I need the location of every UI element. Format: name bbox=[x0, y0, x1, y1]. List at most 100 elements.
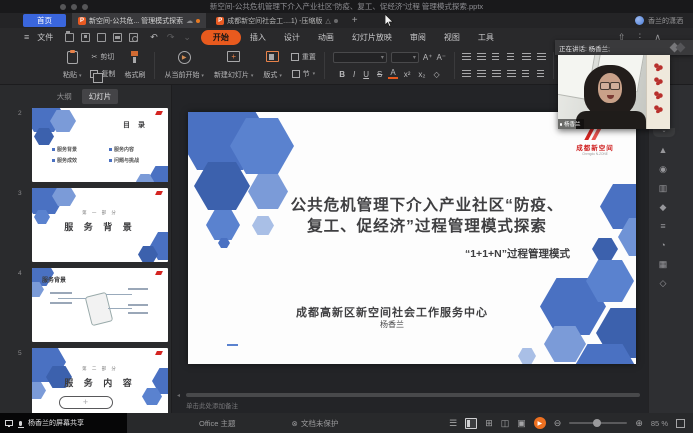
tab-tools[interactable]: 工具 bbox=[469, 30, 503, 45]
horizontal-scrollbar[interactable] bbox=[186, 393, 640, 397]
slide-canvas[interactable]: 成都新空间 Chengdu N-ZONE 公共危机管理下介入产业社区“防疫、 复… bbox=[172, 85, 648, 413]
slide-author[interactable]: 杨香兰 bbox=[188, 319, 596, 330]
justify-icon[interactable] bbox=[507, 70, 516, 78]
bullets-icon[interactable] bbox=[462, 53, 471, 61]
align-center-icon[interactable] bbox=[477, 70, 486, 78]
protection-status[interactable]: ⊗ 文档未保护 bbox=[292, 418, 339, 429]
play-slideshow-button[interactable]: ▶ bbox=[534, 417, 546, 429]
panel-icon-2[interactable]: ◉ bbox=[659, 164, 667, 174]
copy-button[interactable]: 复制 bbox=[86, 68, 119, 80]
indent-decrease-icon[interactable] bbox=[492, 53, 501, 61]
slide-title[interactable]: 公共危机管理下介入产业社区“防疫、 复工、促经济”过程管理模式探索 bbox=[248, 195, 606, 237]
open-icon[interactable] bbox=[65, 33, 74, 42]
align-left-icon[interactable] bbox=[462, 70, 471, 78]
superscript-button[interactable]: x² bbox=[402, 70, 413, 79]
panel-icon-1[interactable]: ▲ bbox=[659, 145, 668, 155]
zoom-slider[interactable] bbox=[569, 422, 627, 424]
subscript-button[interactable]: x₂ bbox=[416, 70, 427, 79]
participant-video[interactable]: 杨香兰 bbox=[558, 55, 670, 129]
panel-icon-3[interactable]: ▥ bbox=[659, 183, 668, 193]
increase-font-button[interactable]: A⁺ bbox=[423, 53, 433, 62]
strikethrough-button[interactable]: S bbox=[375, 70, 384, 79]
document-tab-current[interactable]: P 新空间-公共危... 管理模式探索 ☁ bbox=[72, 13, 206, 28]
export-icon[interactable] bbox=[97, 33, 106, 42]
reset-button[interactable]: 重置 bbox=[287, 51, 320, 63]
home-button[interactable]: 首页 bbox=[23, 14, 66, 27]
preview-icon[interactable] bbox=[129, 33, 138, 42]
layout-button[interactable]: 版式 ▾ bbox=[258, 49, 286, 82]
normal-view-icon[interactable] bbox=[465, 418, 477, 429]
tab-review[interactable]: 审阅 bbox=[401, 30, 435, 45]
window-title: 新空间-公共危机管理下介入产业社区“防疫、复工、促经济”过程 管理模式探索.pp… bbox=[0, 1, 693, 12]
panel-icon-4[interactable]: ◆ bbox=[660, 202, 667, 212]
theme-label[interactable]: Office 主题 bbox=[199, 418, 236, 429]
text-direction-icon[interactable] bbox=[537, 53, 546, 61]
status-bar: 杨香兰的屏幕共享 Office 主题 ⊗ 文档未保护 ☰ ⊞ ◫ ▣ ▶ ⊖ ⊕… bbox=[0, 413, 693, 433]
font-size-select[interactable] bbox=[391, 52, 419, 63]
section-button[interactable]: 节 ▾ bbox=[288, 68, 320, 80]
slide-thumbnail-4[interactable]: 服务背景 bbox=[32, 268, 168, 342]
zoom-slider-handle[interactable] bbox=[593, 419, 601, 427]
print-icon[interactable] bbox=[113, 33, 122, 42]
history-dropdown-icon[interactable]: ⌄ bbox=[183, 32, 191, 43]
paste-button[interactable]: 粘贴 ▾ bbox=[58, 49, 86, 82]
bold-button[interactable]: B bbox=[337, 70, 347, 79]
hamburger-icon[interactable]: ≡ bbox=[24, 32, 29, 42]
underline-button[interactable]: U bbox=[361, 70, 371, 79]
panel-icon-8[interactable]: ◇ bbox=[660, 278, 667, 288]
screen-share-badge[interactable]: 杨香兰的屏幕共享 bbox=[0, 413, 127, 433]
fullscreen-icon[interactable] bbox=[676, 419, 685, 428]
font-color-button[interactable]: A bbox=[388, 69, 397, 79]
thumb-diagram bbox=[76, 290, 124, 324]
play-from-current-button[interactable]: ▶ 从当前开始 ▾ bbox=[159, 49, 208, 82]
new-slide-button[interactable]: + 新建幻灯片 ▾ bbox=[209, 49, 258, 82]
numbering-icon[interactable] bbox=[477, 53, 486, 61]
tab-design[interactable]: 设计 bbox=[275, 30, 309, 45]
scroll-left-icon[interactable]: ◂ bbox=[177, 392, 180, 399]
reading-view-icon[interactable]: ◫ bbox=[501, 418, 510, 429]
tab-home[interactable]: 开始 bbox=[201, 30, 241, 45]
tab-insert[interactable]: 插入 bbox=[241, 30, 275, 45]
slide-organization[interactable]: 成都高新区新空间社会工作服务中心 bbox=[188, 304, 596, 320]
redo-icon[interactable]: ↷ bbox=[167, 32, 175, 43]
panel-icon-6[interactable]: ◔ bbox=[660, 240, 665, 250]
presenter-view-icon[interactable]: ▣ bbox=[517, 418, 526, 429]
paragraph-group bbox=[459, 49, 549, 82]
notes-placeholder[interactable]: 单击此处添加备注 bbox=[186, 400, 238, 410]
align-right-icon[interactable] bbox=[492, 70, 501, 78]
columns-icon[interactable] bbox=[537, 70, 546, 78]
document-tab-other[interactable]: P 成都新空间社会工....1) -压缩版 △ bbox=[210, 13, 344, 28]
zoom-level[interactable]: 85 % bbox=[651, 419, 668, 428]
slide-thumbnail-2[interactable]: 目 录 服务背景 服务内容 服务成效 问题与挑战 bbox=[32, 108, 168, 182]
chevron-down-icon[interactable]: ⌄ bbox=[653, 128, 675, 137]
tab-view[interactable]: 视图 bbox=[435, 30, 469, 45]
cut-button[interactable]: ✂剪切 bbox=[88, 51, 119, 63]
slide-editor[interactable]: 成都新空间 Chengdu N-ZONE 公共危机管理下介入产业社区“防疫、 复… bbox=[188, 112, 636, 364]
panel-icon-5[interactable]: ≡ bbox=[660, 221, 665, 231]
call-header[interactable]: 正在讲话: 杨香兰; bbox=[555, 40, 693, 55]
thumb-title: 目 录 bbox=[60, 120, 148, 130]
zoom-in-icon[interactable]: ⊕ bbox=[635, 418, 643, 429]
new-tab-button[interactable]: + bbox=[352, 15, 358, 26]
distribute-icon[interactable] bbox=[522, 70, 531, 78]
slide-thumbnail-3[interactable]: 第 一 部 分 服 务 背 景 bbox=[32, 188, 168, 262]
slide-subtitle[interactable]: “1+1+N”过程管理模式 bbox=[465, 246, 570, 261]
notes-toggle-icon[interactable]: ☰ bbox=[449, 418, 457, 429]
format-painter-button[interactable]: 格式刷 bbox=[119, 49, 150, 82]
indent-increase-icon[interactable] bbox=[507, 53, 516, 61]
zoom-out-icon[interactable]: ⊖ bbox=[554, 418, 562, 429]
tab-animation[interactable]: 动画 bbox=[309, 30, 343, 45]
account-chip[interactable]: 香兰的潇洒 bbox=[635, 16, 683, 26]
clear-format-icon[interactable]: ◇ bbox=[431, 70, 441, 79]
add-slide-button[interactable]: + bbox=[59, 396, 113, 409]
font-family-select[interactable] bbox=[333, 52, 387, 63]
decrease-font-button[interactable]: A⁻ bbox=[436, 53, 446, 62]
slide-sorter-icon[interactable]: ⊞ bbox=[485, 418, 493, 429]
file-menu[interactable]: 文件 bbox=[37, 32, 53, 43]
unsaved-dot-icon bbox=[196, 19, 200, 23]
italic-button[interactable]: I bbox=[351, 70, 357, 79]
line-spacing-icon[interactable] bbox=[522, 53, 531, 61]
save-icon[interactable] bbox=[81, 33, 90, 42]
panel-icon-7[interactable]: ▦ bbox=[659, 259, 668, 269]
undo-icon[interactable]: ↶ bbox=[150, 32, 158, 43]
